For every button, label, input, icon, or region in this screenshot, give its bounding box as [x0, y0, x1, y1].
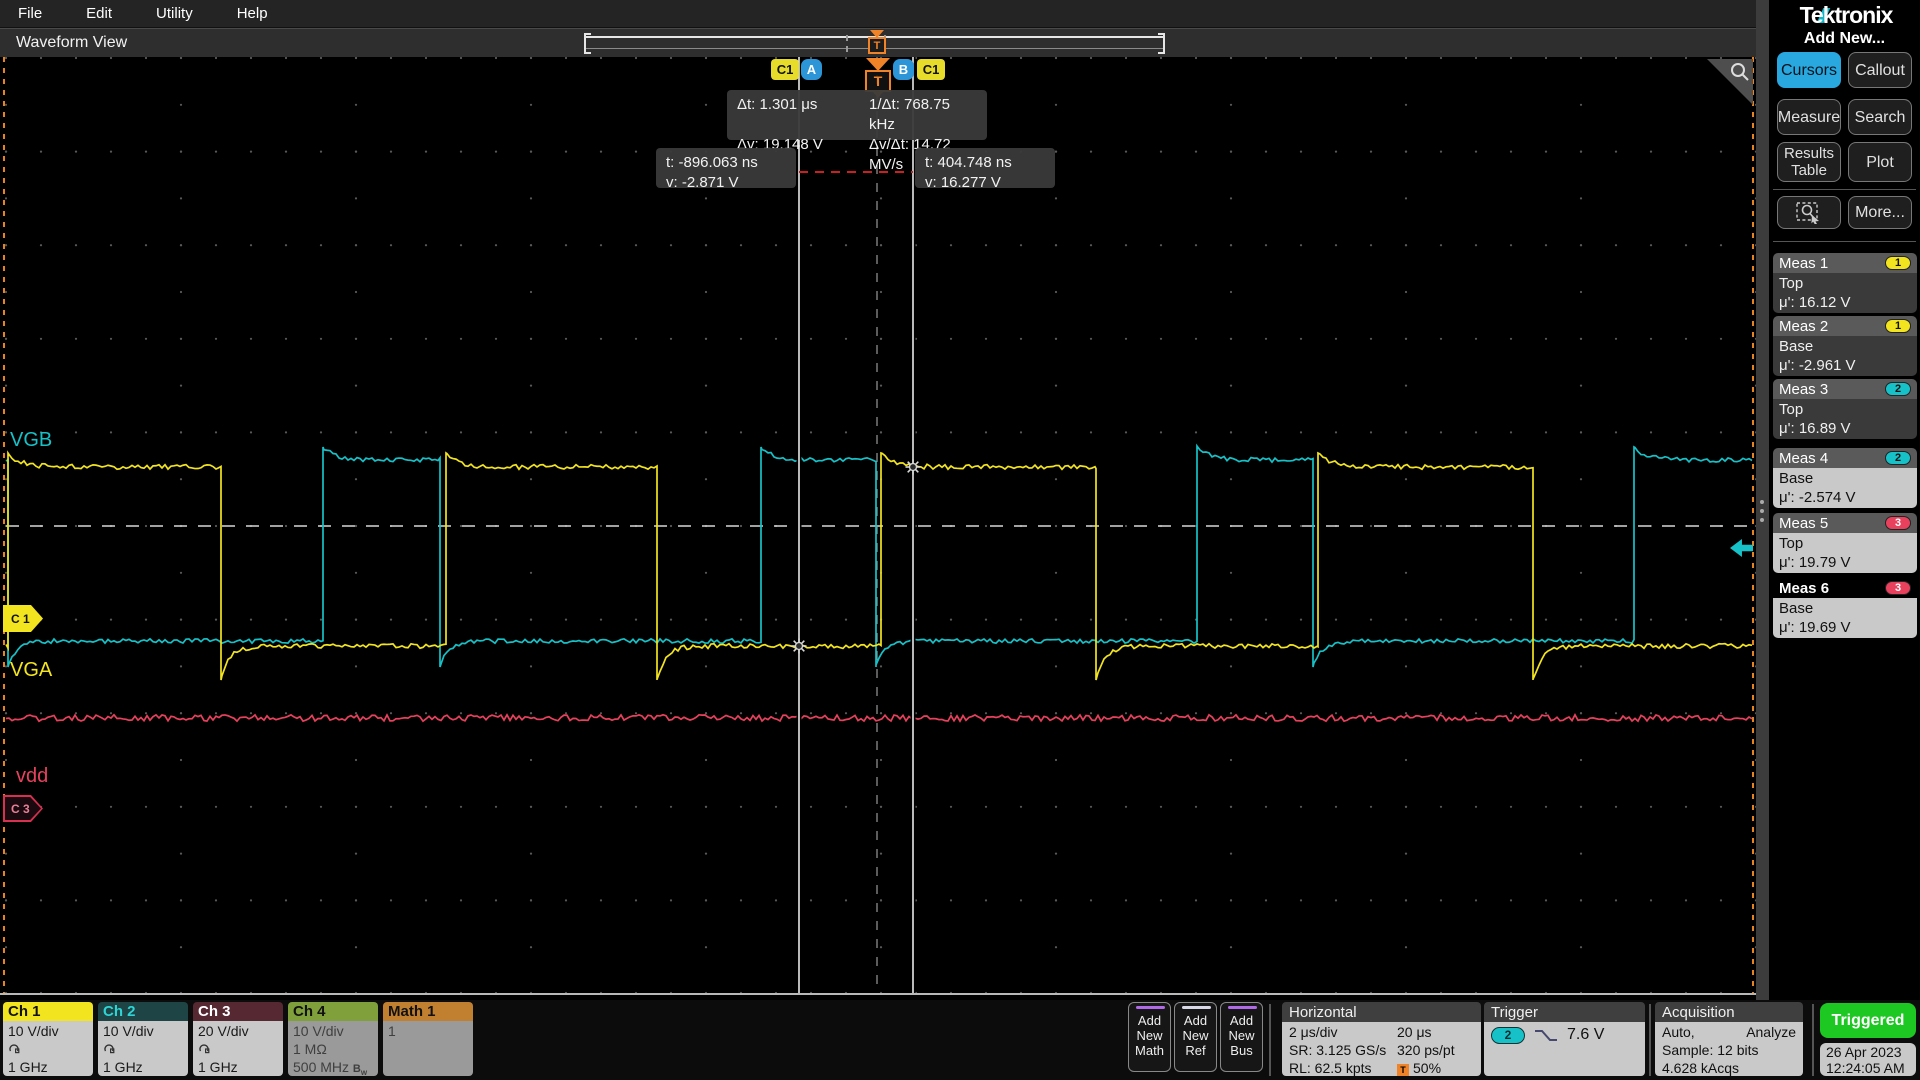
trigger-position-icon: T [1397, 1064, 1409, 1076]
probe-icon [104, 1044, 115, 1054]
panel-divider [1756, 0, 1769, 1000]
add-new-math-button[interactable]: Add New Math [1128, 1002, 1171, 1072]
cursors-button[interactable]: Cursors [1777, 52, 1841, 88]
meas-6-source-badge: 3 [1885, 581, 1911, 595]
meas-6-chip[interactable]: Meas 63 Base μ': 19.69 V [1773, 578, 1917, 638]
meas-5-chip[interactable]: Meas 53 Top μ': 19.79 V [1773, 513, 1917, 573]
right-sidebar: Tektronix Add New... Cursors Callout Mea… [1769, 0, 1920, 1080]
menu-utility[interactable]: Utility [156, 5, 193, 22]
menu-file[interactable]: File [18, 5, 42, 22]
cursor-a-time: t: -896.063 ns [666, 154, 758, 171]
meas-1-chip[interactable]: Meas 11 Top μ': 16.12 V [1773, 253, 1917, 313]
zoom-select-button[interactable] [1777, 196, 1841, 229]
cursor-a-readout: t: -896.063 ns v: -2.871 V [656, 148, 796, 191]
trace-label-vga: VGA [10, 659, 53, 681]
ruler-left-bracket [584, 33, 591, 54]
cursor-b-voltage: v: 16.277 V [925, 174, 1001, 191]
ruler-trigger-marker[interactable]: T [867, 30, 887, 56]
plot-bottom-separator [0, 993, 1756, 995]
date-label: 26 Apr 2023 [1826, 1043, 1902, 1060]
falling-edge-icon [1535, 1029, 1557, 1041]
cursor-a-source-badge[interactable]: C1 [771, 59, 799, 80]
probe-icon [9, 1044, 20, 1054]
meas-3-source-badge: 2 [1885, 382, 1911, 396]
add-new-heading: Add New... [1803, 30, 1886, 47]
ch1-handle-badge[interactable]: C 1 [3, 605, 43, 632]
probe-icon [199, 1044, 210, 1054]
meas-2-chip[interactable]: Meas 21 Base μ': -2.961 V [1773, 316, 1917, 376]
cursor-b-readout: t: 404.748 ns v: 16.277 V [915, 148, 1055, 191]
callout-button[interactable]: Callout [1848, 52, 1912, 88]
results-table-button[interactable]: Results Table [1777, 142, 1841, 182]
magnifier-icon [1731, 63, 1749, 81]
channel-2-badge[interactable]: Ch 2 10 V/div 1 GHz [98, 1002, 188, 1076]
trigger-panel[interactable]: Trigger 2 7.6 V [1484, 1002, 1645, 1076]
add-new-bus-button[interactable]: Add New Bus [1220, 1002, 1263, 1072]
ruler-right-bracket [1158, 33, 1165, 54]
cursor-b-time: t: 404.748 ns [925, 154, 1012, 171]
channel-1-badge[interactable]: Ch 1 10 V/div 1 GHz [3, 1002, 93, 1076]
trigger-level-value: 7.6 V [1567, 1026, 1605, 1043]
more-button[interactable]: More... [1848, 196, 1912, 229]
divider-drag-handle[interactable] [1760, 500, 1764, 522]
delta-t: Δt: 1.301 μs [737, 96, 818, 113]
menu-help[interactable]: Help [237, 5, 268, 22]
horizontal-panel[interactable]: Horizontal 2 μs/div 20 μs SR: 3.125 GS/s 3… [1282, 1002, 1481, 1076]
oscilloscope-app: File Edit Utility Help Waveform View T T… [0, 0, 1920, 1080]
datetime-chip: 26 Apr 2023 12:24:05 AM [1820, 1043, 1916, 1076]
waveform-plot[interactable] [0, 57, 1756, 993]
ch3-handle-badge[interactable]: C 3 [3, 795, 43, 822]
math-1-badge[interactable]: Math 1 1 [383, 1002, 473, 1076]
meas-2-source-badge: 1 [1885, 319, 1911, 333]
cursor-a-voltage: v: -2.871 V [666, 174, 739, 191]
bandwidth-limit-icon: Bw [352, 1063, 368, 1076]
waveform-canvas [3, 57, 1756, 993]
meas-3-chip[interactable]: Meas 32 Top μ': 16.89 V [1773, 379, 1917, 439]
triggered-status-badge: Triggered [1820, 1003, 1916, 1038]
zoom-select-icon [1796, 201, 1819, 224]
menu-bar: File Edit Utility Help [0, 0, 1756, 28]
acquisition-panel[interactable]: Acquisition Auto, Analyze Sample: 12 bits… [1655, 1002, 1803, 1076]
meas-1-source-badge: 1 [1885, 256, 1911, 270]
meas-5-source-badge: 3 [1885, 516, 1911, 530]
draw-a-box-zoom-button[interactable] [1707, 59, 1753, 105]
tektronix-logo: Tektronix [1799, 2, 1894, 28]
view-title: Waveform View [16, 34, 128, 51]
measure-button[interactable]: Measure [1777, 99, 1841, 135]
trace-label-vgb: VGB [10, 429, 53, 451]
meas-4-chip[interactable]: Meas 42 Base μ': -2.574 V [1773, 448, 1917, 508]
cursor-delta-readout: Δt: 1.301 μs 1/Δt: 768.75 kHz Δv: 19.148… [727, 90, 987, 173]
add-new-ref-button[interactable]: Add New Ref [1174, 1002, 1217, 1072]
inverse-delta-t: 1/Δt: 768.75 kHz [869, 96, 950, 133]
ruler-cursor-a-mark [846, 35, 848, 52]
time-label: 12:24:05 AM [1826, 1059, 1905, 1076]
channel-4-badge[interactable]: Ch 4 10 V/div 1 MΩ 500 MHz Bw [288, 1002, 378, 1076]
search-button[interactable]: Search [1848, 99, 1912, 135]
menu-edit[interactable]: Edit [86, 5, 112, 22]
cursor-a-badge[interactable]: A [801, 59, 822, 80]
trace-label-vdd: vdd [16, 765, 49, 787]
channel-3-badge[interactable]: Ch 3 20 V/div 1 GHz [193, 1002, 283, 1076]
bottom-bar: Ch 1 10 V/div 1 GHz Ch 2 10 V/div 1 GHz … [0, 1000, 1920, 1080]
trigger-source-badge: 2 [1491, 1026, 1525, 1044]
meas-4-source-badge: 2 [1885, 451, 1911, 465]
cursor-b-badge[interactable]: B [893, 59, 914, 80]
plot-button[interactable]: Plot [1848, 142, 1912, 182]
cursor-b-source-badge[interactable]: C1 [917, 59, 945, 80]
